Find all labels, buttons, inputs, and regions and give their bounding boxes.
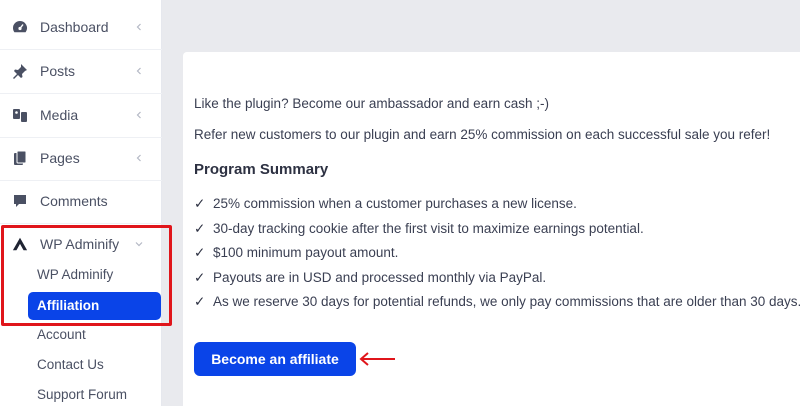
checkmark-icon: ✓	[194, 245, 206, 260]
media-icon	[12, 107, 28, 123]
sidebar-item-pages[interactable]: Pages	[0, 136, 162, 180]
submenu-item-support-forum[interactable]: Support Forum	[37, 387, 127, 402]
intro-text: Like the plugin? Become our ambassador a…	[194, 96, 549, 111]
sidebar-item-label: Dashboard	[40, 19, 109, 35]
chevron-left-icon	[136, 67, 141, 75]
list-item: ✓ $100 minimum payout amount.	[194, 245, 399, 260]
sidebar-item-media[interactable]: Media	[0, 93, 162, 137]
pages-icon	[12, 150, 28, 166]
sidebar-item-label: Pages	[40, 150, 80, 166]
chevron-left-icon	[136, 23, 141, 31]
become-affiliate-button[interactable]: Become an affiliate	[194, 342, 356, 376]
list-item: ✓ 30-day tracking cookie after the first …	[194, 221, 644, 236]
sidebar-item-dashboard[interactable]: Dashboard	[0, 5, 162, 49]
pushpin-icon	[12, 63, 28, 79]
checkmark-icon: ✓	[194, 294, 206, 309]
sidebar-item-label: Media	[40, 107, 79, 123]
chevron-left-icon	[136, 111, 141, 119]
list-item: ✓ Payouts are in USD and processed monthl…	[194, 270, 547, 285]
comment-icon	[12, 193, 28, 209]
sidebar-item-posts[interactable]: Posts	[0, 49, 162, 93]
chevron-left-icon	[136, 154, 141, 162]
list-item: ✓ 25% commission when a customer purchase…	[194, 196, 577, 211]
checkmark-icon: ✓	[194, 196, 206, 211]
checkmark-icon: ✓	[194, 221, 206, 236]
sidebar-item-label: Posts	[40, 63, 76, 79]
list-item: ✓ As we reserve 30 days for potential ref…	[194, 294, 800, 309]
arrow-left-icon	[359, 352, 395, 366]
refer-text: Refer new customers to our plugin and ea…	[194, 127, 771, 142]
program-summary-heading: Program Summary	[194, 161, 329, 178]
submenu-item-contact-us[interactable]: Contact Us	[37, 357, 104, 372]
checkmark-icon: ✓	[194, 270, 206, 285]
submenu-item-account[interactable]: Account	[37, 327, 86, 342]
highlight-annotation-box	[1, 225, 172, 326]
sidebar: Dashboard Posts Media Pages Comments WP …	[0, 0, 162, 406]
sidebar-item-label: Comments	[40, 193, 108, 209]
dashboard-icon	[12, 19, 28, 35]
sidebar-item-comments[interactable]: Comments	[0, 179, 162, 223]
